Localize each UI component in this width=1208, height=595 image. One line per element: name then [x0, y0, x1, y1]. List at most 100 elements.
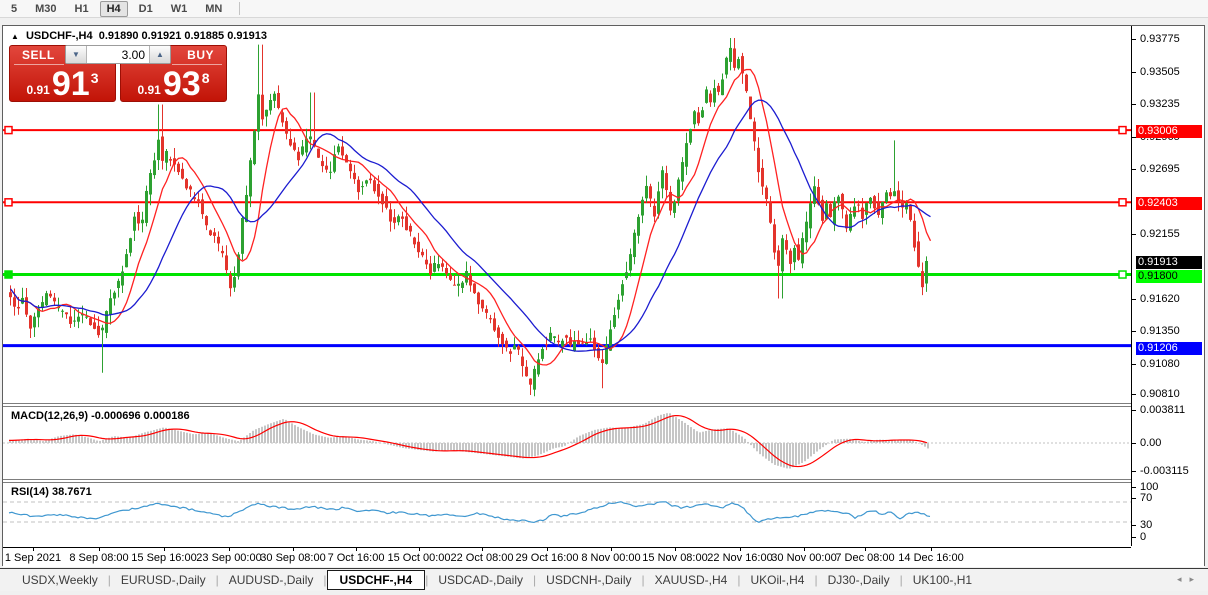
rsi-tick-label: 30: [1140, 519, 1152, 531]
price-axis[interactable]: 0.937750.935050.932350.929650.926950.921…: [1131, 26, 1204, 567]
timeframe-button-mn[interactable]: MN: [198, 1, 229, 17]
volume-increase-button[interactable]: ▲: [149, 46, 170, 63]
timeframe-button-h4[interactable]: H4: [100, 1, 128, 17]
price-tick: [1132, 299, 1136, 300]
rsi-tick-label: 70: [1140, 492, 1152, 504]
time-tick: [356, 548, 357, 551]
chart-tab-ukoil-h4[interactable]: UKOil-,H4: [740, 571, 814, 589]
time-tick-label: 15 Sep 16:00: [131, 552, 196, 564]
timeframe-button-h1[interactable]: H1: [68, 1, 96, 17]
volume-input[interactable]: 3.00: [87, 46, 149, 63]
toolbar-separator: [239, 2, 240, 15]
time-tick: [229, 548, 230, 551]
buy-price-sup: 8: [202, 70, 210, 86]
price-tick: [1132, 169, 1136, 170]
time-tick: [740, 548, 741, 551]
time-tick: [675, 548, 676, 551]
macd-tick: [1132, 410, 1136, 411]
collapse-trade-panel-icon[interactable]: ▲: [11, 32, 19, 41]
rsi-tick: [1132, 537, 1136, 538]
price-tick-label: 0.93775: [1140, 33, 1180, 45]
time-tick: [611, 548, 612, 551]
buy-price: 0.91 93 8: [121, 66, 226, 102]
chart-tab-usdx-weekly[interactable]: USDX,Weekly: [12, 571, 108, 589]
macd-tick-label: 0.003811: [1140, 404, 1185, 416]
time-tick: [931, 548, 932, 551]
price-tick-label: 0.93505: [1140, 66, 1180, 78]
macd-label: MACD(12,26,9) -0.000696 0.000186: [11, 410, 190, 422]
chart-tab-xauusd-h4[interactable]: XAUUSD-,H4: [645, 571, 738, 589]
rsi-tick: [1132, 498, 1136, 499]
timeframe-button-w1[interactable]: W1: [164, 1, 195, 17]
price-tick-label: 0.92155: [1140, 228, 1180, 240]
chart-tab-uk100-h1[interactable]: UK100-,H1: [903, 571, 982, 589]
price-tick-label: 0.91620: [1140, 293, 1180, 305]
sell-price-small: 0.91: [27, 83, 50, 97]
chart-tab-usdcad-daily[interactable]: USDCAD-,Daily: [428, 571, 533, 589]
ma-fast-line: [11, 70, 931, 365]
time-tick: [482, 548, 483, 551]
macd-panel[interactable]: MACD(12,26,9) -0.000696 0.000186: [3, 407, 1131, 479]
sell-label: SELL: [22, 48, 55, 62]
rsi-tick: [1132, 525, 1136, 526]
sell-price-big: 91: [52, 67, 90, 101]
chart-tab-usdcnh-daily[interactable]: USDCNH-,Daily: [536, 571, 641, 589]
price-level-label: 0.92403: [1136, 197, 1202, 210]
price-tick: [1132, 331, 1136, 332]
price-tick-label: 0.90810: [1140, 388, 1180, 400]
price-tick: [1132, 394, 1136, 395]
time-axis[interactable]: 1 Sep 20218 Sep 08:0015 Sep 16:0023 Sep …: [3, 547, 1131, 567]
time-tick-label: 29 Oct 16:00: [516, 552, 579, 564]
tab-scroll-right-icon[interactable]: ▸: [1189, 574, 1202, 584]
time-tick-label: 7 Dec 08:00: [835, 552, 894, 564]
rsi-tick-label: 0: [1140, 531, 1146, 543]
one-click-trading-panel: SELL 0.91 91 3 BUY 0.91 93 8 ▼ 3.00 ▲: [9, 45, 227, 102]
price-tick: [1132, 364, 1136, 365]
price-level-label: 0.91206: [1136, 342, 1202, 355]
price-tick-label: 0.91350: [1140, 325, 1180, 337]
chart-tab-usdchf-h4[interactable]: USDCHF-,H4: [327, 570, 426, 590]
price-tick: [1132, 39, 1136, 40]
price-level-label: 0.91913: [1136, 256, 1202, 269]
buy-label: BUY: [187, 48, 214, 62]
chart-window[interactable]: ▲ USDCHF-,H4 0.91890 0.91921 0.91885 0.9…: [2, 25, 1205, 566]
sell-price-sup: 3: [91, 70, 99, 86]
price-tick-label: 0.93235: [1140, 98, 1180, 110]
chart-tab-eurusd-daily[interactable]: EURUSD-,Daily: [111, 571, 216, 589]
rsi-line: [9, 502, 930, 523]
rsi-label: RSI(14) 38.7671: [11, 486, 92, 498]
time-tick-label: 14 Dec 16:00: [898, 552, 963, 564]
time-tick: [547, 548, 548, 551]
chart-tab-dj30-daily[interactable]: DJ30-,Daily: [818, 571, 900, 589]
macd-tick-label: -0.003115: [1140, 465, 1189, 477]
time-tick-label: 15 Nov 08:00: [642, 552, 707, 564]
macd-tick: [1132, 471, 1136, 472]
time-tick: [419, 548, 420, 551]
macd-tick-label: 0.00: [1140, 437, 1161, 449]
time-tick-label: 30 Sep 08:00: [260, 552, 325, 564]
ma-slow-line: [11, 100, 931, 351]
tab-scroll-arrows[interactable]: ◂▸: [1177, 574, 1202, 585]
time-tick: [33, 548, 34, 551]
tab-scroll-left-icon[interactable]: ◂: [1177, 574, 1190, 584]
volume-spinner: ▼ 3.00 ▲: [65, 45, 171, 64]
symbol-info-line: ▲ USDCHF-,H4 0.91890 0.91921 0.91885 0.9…: [11, 30, 267, 42]
time-tick-label: 30 Nov 00:00: [771, 552, 836, 564]
sell-price: 0.91 91 3: [10, 66, 115, 102]
timeframe-button-5[interactable]: 5: [4, 1, 24, 17]
timeframe-button-d1[interactable]: D1: [132, 1, 160, 17]
rsi-panel[interactable]: RSI(14) 38.7671: [3, 483, 1131, 547]
time-tick: [293, 548, 294, 551]
timeframe-button-m30[interactable]: M30: [28, 1, 63, 17]
buy-price-big: 93: [163, 67, 201, 101]
time-tick-label: 8 Nov 00:00: [581, 552, 640, 564]
time-tick: [99, 548, 100, 551]
price-level-label: 0.93006: [1136, 125, 1202, 138]
chart-tab-audusd-daily[interactable]: AUDUSD-,Daily: [219, 571, 324, 589]
time-tick-label: 22 Nov 16:00: [707, 552, 772, 564]
volume-decrease-button[interactable]: ▼: [66, 46, 87, 63]
time-tick-label: 22 Oct 08:00: [451, 552, 514, 564]
time-tick: [164, 548, 165, 551]
chart-tab-bar: USDX,Weekly|EURUSD-,Daily|AUDUSD-,Daily|…: [0, 568, 1208, 591]
rsi-tick: [1132, 487, 1136, 488]
